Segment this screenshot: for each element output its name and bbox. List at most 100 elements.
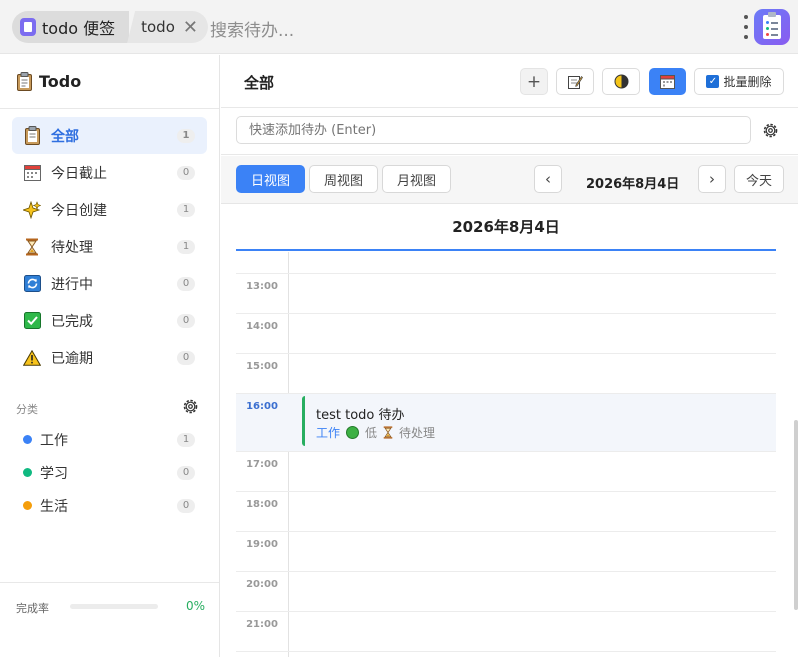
page-title: 全部 [244, 74, 275, 92]
gear-icon[interactable] [182, 398, 199, 415]
sidebar-item-all[interactable]: 全部 1 [12, 117, 207, 154]
current-date: 2026年8月4日 [586, 177, 680, 192]
search-input[interactable]: 搜索待办... [210, 16, 294, 41]
calendar-view-button[interactable] [649, 68, 686, 95]
more-menu-icon[interactable] [744, 15, 748, 39]
add-todo-button[interactable]: + [520, 68, 548, 95]
hour-row[interactable]: 13:00 [236, 274, 776, 314]
warning-icon [23, 349, 41, 367]
day-grid[interactable]: 12:00 13:00 14:00 15:00 16:00 test todo 待办工作 低… [236, 252, 776, 657]
count-badge: 0 [177, 165, 195, 180]
completion-progress-bar [70, 604, 158, 609]
sidebar-item-created-today[interactable]: 今日创建 1 [12, 191, 207, 228]
divider [0, 108, 219, 109]
hour-row[interactable]: 21:00 [236, 612, 776, 652]
sidebar-item-in-progress[interactable]: 进行中 0 [12, 265, 207, 302]
divider [0, 582, 219, 583]
theme-toggle-button[interactable] [602, 68, 640, 95]
count-badge: 0 [177, 350, 195, 365]
sparkles-icon [23, 200, 41, 219]
quick-add-bar [221, 109, 798, 155]
quick-add-input[interactable] [236, 116, 751, 144]
priority-dot-icon [346, 426, 360, 439]
event-card[interactable]: test todo 待办 工作 低 待处理 [302, 396, 772, 446]
sidebar-item-label: 已完成 [51, 313, 93, 330]
event-title: test todo 待办 [316, 408, 405, 423]
batch-delete-label: 批量删除 [723, 75, 772, 89]
category-list: 工作 1 学习 0 生活 0 [12, 423, 207, 522]
hour-row[interactable]: 12:00 [236, 252, 776, 274]
hour-label: 12:00 [236, 252, 288, 254]
count-badge: 1 [177, 432, 195, 447]
category-item-life[interactable]: 生活 0 [12, 489, 207, 522]
main-panel: 全部 + ✓ 批量删除 日视图 周视图 月视图 ‹ 2026年8月4日 › 今天 [221, 55, 798, 657]
hourglass-icon [383, 426, 393, 439]
checkbox-checked-icon[interactable]: ✓ [706, 75, 720, 88]
sidebar: Todo 全部 1 今日截止 0 今日创建 1 待处理 1 进行中 0 已完成 … [0, 55, 220, 657]
batch-delete-toggle[interactable]: ✓ 批量删除 [694, 68, 784, 95]
hour-label: 17:00 [246, 459, 278, 470]
sidebar-item-label: 进行中 [51, 276, 93, 293]
sidebar-item-label: 全部 [51, 128, 79, 145]
tab-doc-label: todo [141, 18, 175, 36]
title-bar: todo 便签 todo ✕ 搜索待办... [0, 0, 798, 54]
event-category: 工作 [316, 426, 341, 440]
hour-label: 14:00 [246, 321, 278, 332]
hour-row[interactable]: 15:00 [236, 354, 776, 394]
close-icon[interactable]: ✕ [183, 17, 198, 38]
hour-row[interactable]: 19:00 [236, 532, 776, 572]
sidebar-item-label: 今日创建 [51, 202, 107, 219]
sidebar-item-due-today[interactable]: 今日截止 0 [12, 154, 207, 191]
calendar-icon [23, 164, 41, 182]
hour-row[interactable]: 16:00 test todo 待办 工作 低 待处理 [236, 394, 776, 452]
breadcrumb: todo 便签 todo ✕ [12, 11, 208, 43]
count-badge: 1 [177, 202, 195, 217]
day-title: 2026年8月4日 [236, 205, 776, 251]
count-badge: 0 [177, 465, 195, 480]
hour-label: 16:00 [246, 401, 278, 412]
gear-icon[interactable] [762, 122, 779, 139]
nav-list: 全部 1 今日截止 0 今日创建 1 待处理 1 进行中 0 已完成 0 已逾期… [12, 117, 207, 376]
hour-row[interactable]: 17:00 [236, 452, 776, 492]
hour-label: 21:00 [246, 619, 278, 630]
main-header: 全部 + ✓ 批量删除 [221, 55, 798, 108]
tab-app[interactable]: todo 便签 [12, 11, 130, 43]
category-color-dot [23, 501, 32, 510]
next-date-button[interactable]: › [698, 165, 726, 193]
categories-title: 分类 [16, 403, 38, 416]
count-badge: 1 [177, 239, 195, 254]
sidebar-item-label: 待处理 [51, 239, 93, 256]
count-badge: 0 [177, 498, 195, 513]
category-item-work[interactable]: 工作 1 [12, 423, 207, 456]
refresh-icon [23, 275, 41, 293]
tab-week-view[interactable]: 周视图 [309, 165, 378, 193]
today-button[interactable]: 今天 [734, 165, 784, 193]
event-status: 待处理 [399, 426, 436, 440]
sidebar-item-label: 今日截止 [51, 165, 107, 182]
note-button[interactable] [556, 68, 594, 95]
category-label: 学习 [40, 465, 68, 482]
tab-day-view[interactable]: 日视图 [236, 165, 305, 193]
sidebar-item-completed[interactable]: 已完成 0 [12, 302, 207, 339]
hour-row[interactable]: 14:00 [236, 314, 776, 354]
sidebar-item-pending[interactable]: 待处理 1 [12, 228, 207, 265]
tab-app-label: todo 便签 [42, 19, 116, 38]
sidebar-item-label: 已逾期 [51, 350, 93, 367]
hour-row[interactable]: 20:00 [236, 572, 776, 612]
tab-month-view[interactable]: 月视图 [382, 165, 451, 193]
completion-label: 完成率 [16, 602, 49, 615]
hour-label: 18:00 [246, 499, 278, 510]
scrollbar[interactable] [794, 420, 798, 610]
count-badge: 1 [177, 128, 195, 143]
tab-doc[interactable]: todo ✕ [127, 11, 208, 43]
app-logo-icon[interactable] [754, 9, 790, 45]
count-badge: 0 [177, 313, 195, 328]
count-badge: 0 [177, 276, 195, 291]
hour-row[interactable]: 18:00 [236, 492, 776, 532]
calendar-icon [660, 75, 675, 89]
sidebar-item-overdue[interactable]: 已逾期 0 [12, 339, 207, 376]
hour-label: 19:00 [246, 539, 278, 550]
category-item-study[interactable]: 学习 0 [12, 456, 207, 489]
event-meta: 工作 低 待处理 [316, 424, 435, 441]
prev-date-button[interactable]: ‹ [534, 165, 562, 193]
